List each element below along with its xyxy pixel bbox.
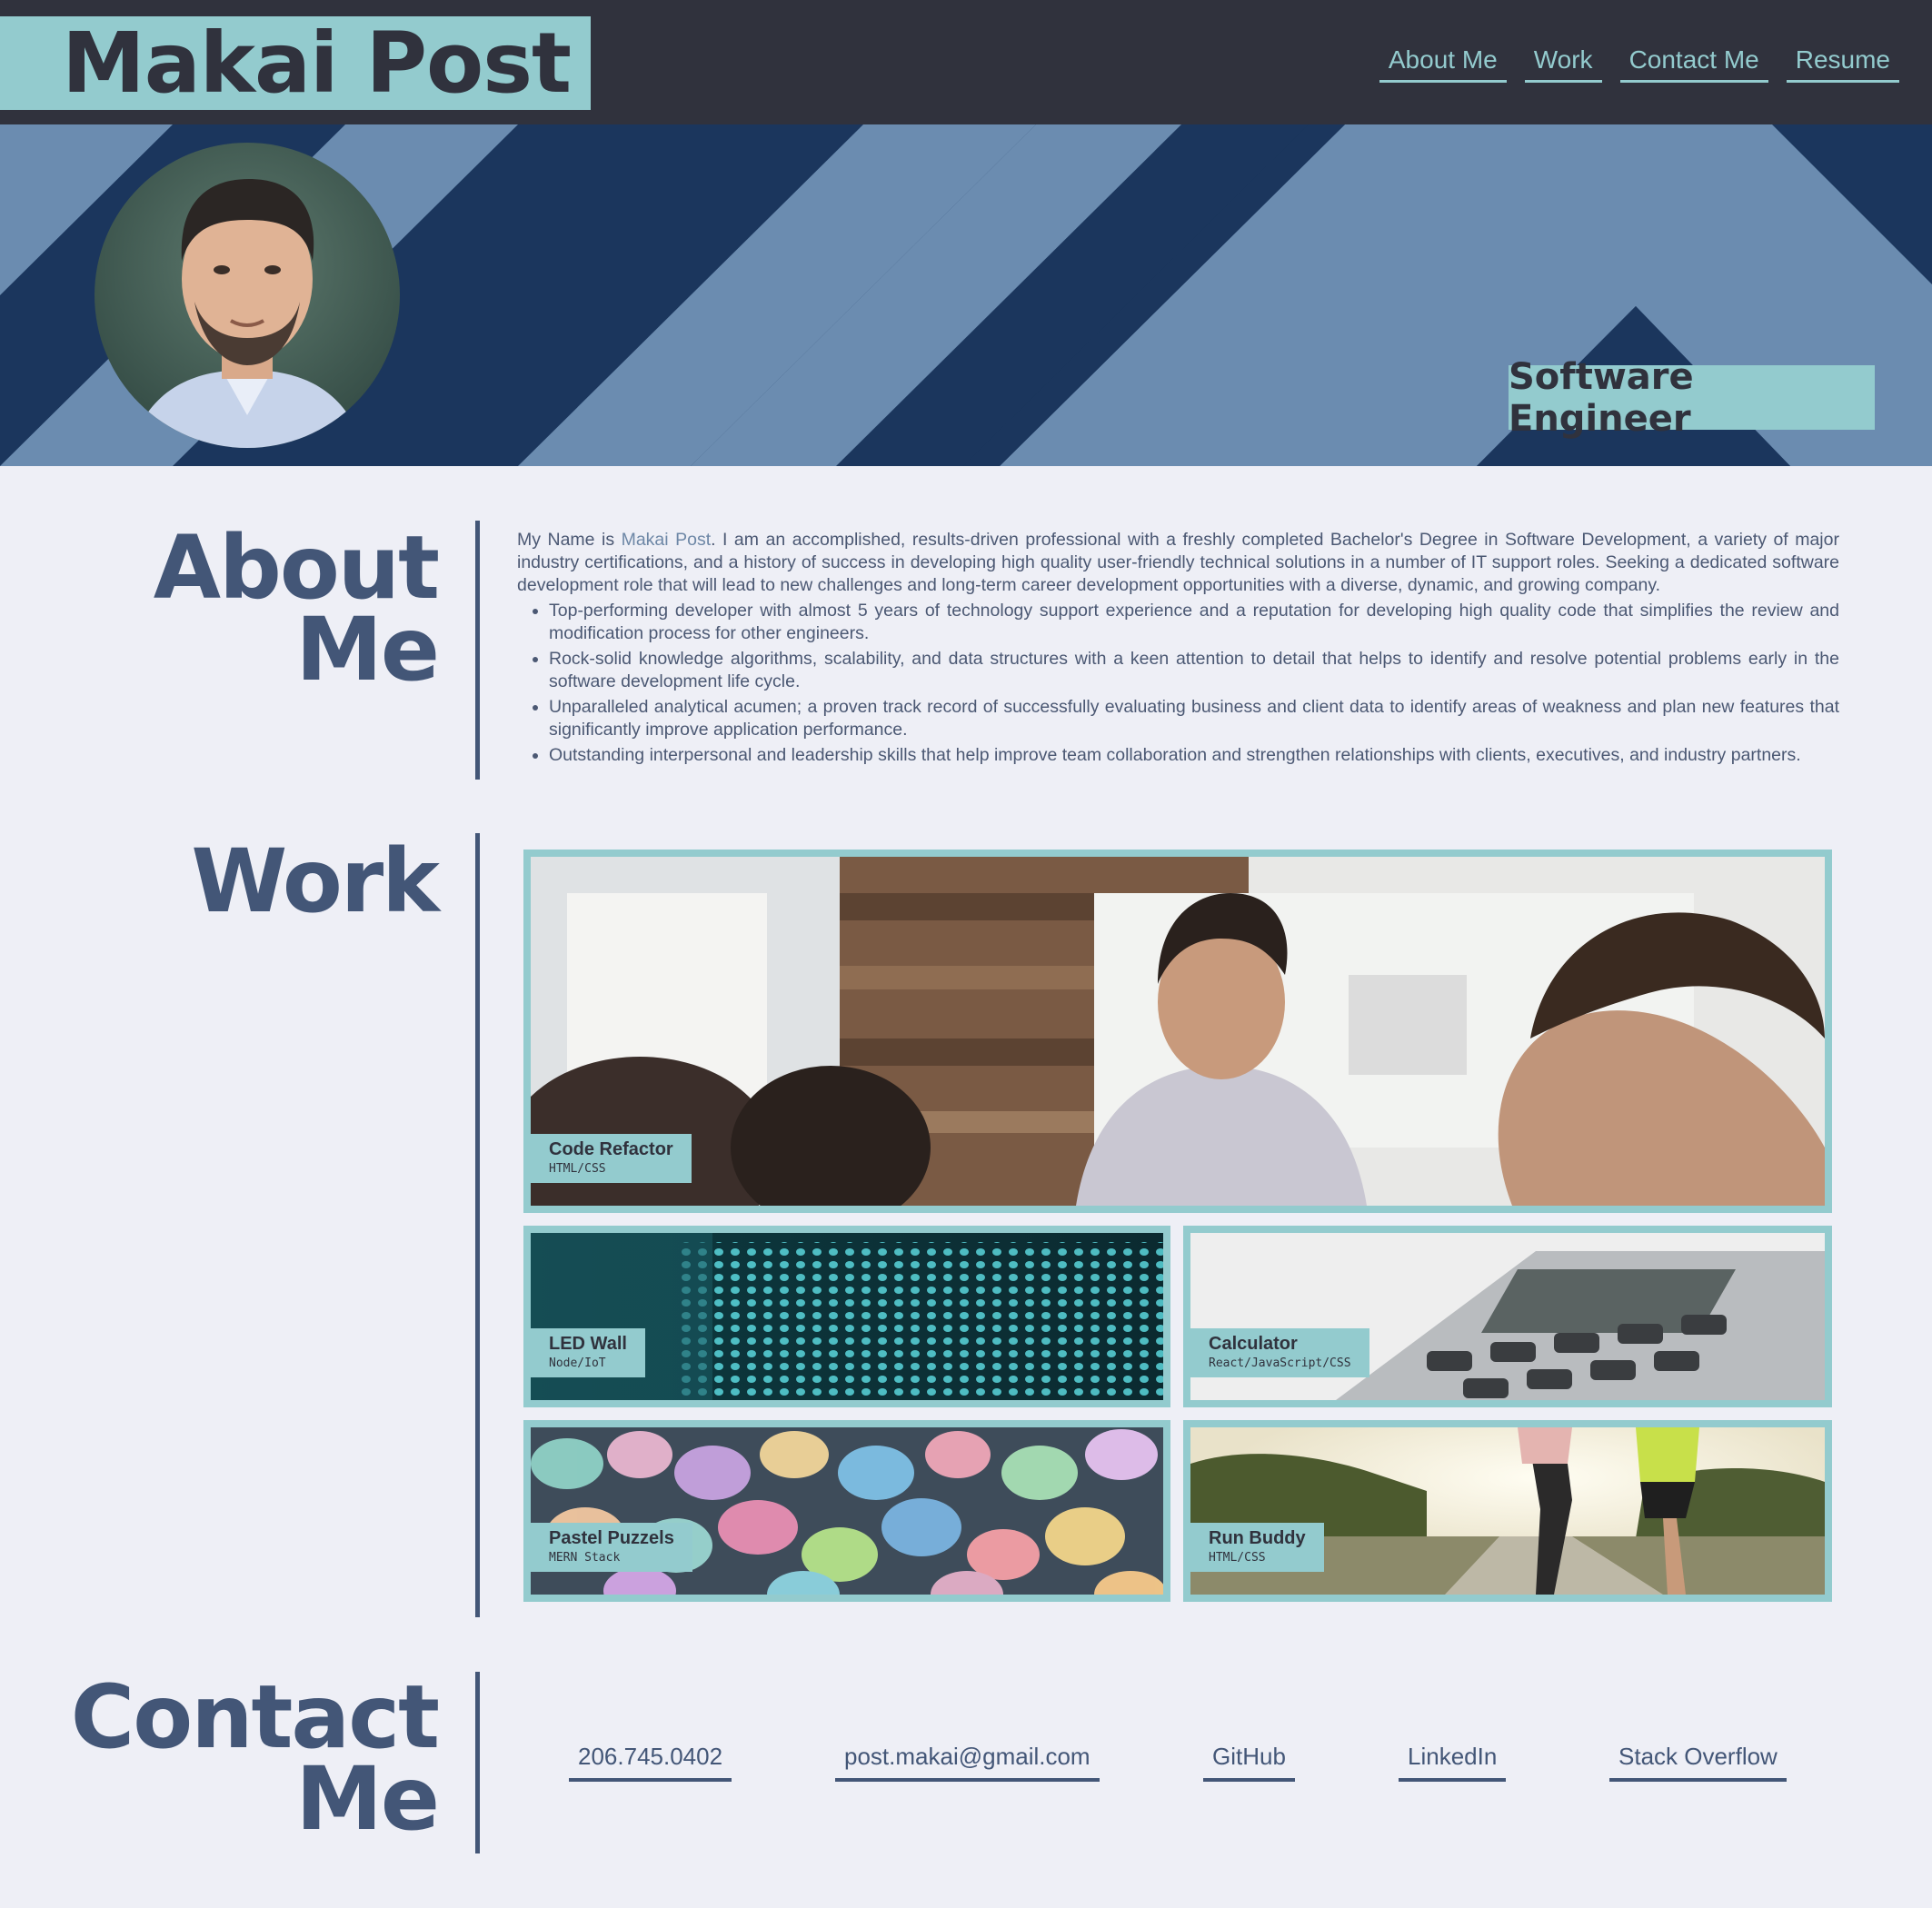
profile-photo — [95, 143, 400, 448]
about-divider — [475, 521, 480, 780]
project-card-code-refactor[interactable]: Code Refactor HTML/CSS — [523, 850, 1832, 1213]
nav-about-me[interactable]: About Me — [1379, 40, 1507, 83]
contact-heading-line2: Me — [295, 1748, 440, 1850]
project-tech: Node/IoT — [549, 1356, 606, 1370]
contact-email-link[interactable]: post.makai@gmail.com — [835, 1743, 1100, 1782]
contact-phone-link[interactable]: 206.745.0402 — [569, 1743, 732, 1782]
about-heading-line2: Me — [295, 599, 440, 701]
nav-resume[interactable]: Resume — [1786, 40, 1899, 83]
nav-contact-me[interactable]: Contact Me — [1619, 40, 1768, 83]
project-name: Pastel Puzzels — [549, 1528, 674, 1548]
project-card-pastel-puzzels[interactable]: Pastel Puzzels MERN Stack — [523, 1420, 1170, 1602]
intro-body: . I am an accomplished, results-driven p… — [517, 530, 1839, 595]
project-name: Calculator — [1209, 1334, 1298, 1354]
project-name: LED Wall — [549, 1334, 627, 1354]
work-heading: Work — [91, 830, 440, 932]
contact-linkedin-link[interactable]: LinkedIn — [1399, 1743, 1507, 1782]
about-bullets: Top-performing developer with almost 5 y… — [517, 600, 1839, 767]
brand-name: Makai Post — [62, 15, 572, 112]
project-tech: MERN Stack — [549, 1551, 621, 1565]
project-label: Pastel Puzzels MERN Stack — [531, 1523, 692, 1572]
nav-work[interactable]: Work — [1524, 40, 1602, 83]
project-tech: HTML/CSS — [1209, 1551, 1266, 1565]
about-heading-line1: About — [153, 517, 440, 619]
about-intro: My Name is Makai Post. I am an accomplis… — [517, 529, 1839, 597]
project-name: Run Buddy — [1209, 1528, 1306, 1548]
project-card-led-wall[interactable]: LED Wall Node/IoT — [523, 1226, 1170, 1407]
list-item: Top-performing developer with almost 5 y… — [549, 600, 1839, 645]
intro-name-highlight: Makai Post — [621, 530, 712, 550]
contact-github-link[interactable]: GitHub — [1203, 1743, 1295, 1782]
project-card-run-buddy[interactable]: Run Buddy HTML/CSS — [1183, 1420, 1832, 1602]
about-heading: About Me — [91, 517, 440, 701]
brand-logo[interactable]: Makai Post — [0, 15, 591, 112]
project-tech: HTML/CSS — [549, 1162, 606, 1176]
contact-divider — [475, 1672, 480, 1853]
list-item: Outstanding interpersonal and leadership… — [549, 744, 1839, 767]
about-content: My Name is Makai Post. I am an accomplis… — [517, 529, 1839, 770]
contact-heading-line1: Contact — [70, 1666, 440, 1768]
work-heading-text: Work — [191, 830, 440, 932]
job-title-badge: Software Engineer — [1509, 356, 1875, 440]
list-item: Rock-solid knowledge algorithms, scalabi… — [549, 648, 1839, 693]
contact-stackoverflow-link[interactable]: Stack Overflow — [1609, 1743, 1787, 1782]
job-title: Software Engineer — [1509, 355, 1694, 440]
project-name: Code Refactor — [549, 1139, 673, 1159]
work-divider — [475, 833, 480, 1617]
list-item: Unparalleled analytical acumen; a proven… — [549, 696, 1839, 741]
code-refactor-image — [531, 857, 1825, 1206]
site-header: Makai Post About Me Work Contact Me Resu… — [0, 0, 1932, 124]
project-label: Code Refactor HTML/CSS — [531, 1134, 692, 1183]
main-nav: About Me Work Contact Me Resume — [1379, 40, 1899, 83]
project-label: Run Buddy HTML/CSS — [1190, 1523, 1324, 1572]
project-tech: React/JavaScript/CSS — [1209, 1356, 1351, 1370]
contact-heading: Contact Me — [36, 1666, 440, 1850]
project-label: LED Wall Node/IoT — [531, 1328, 645, 1377]
project-card-calculator[interactable]: Calculator React/JavaScript/CSS — [1183, 1226, 1832, 1407]
project-label: Calculator React/JavaScript/CSS — [1190, 1328, 1369, 1377]
intro-prefix: My Name is — [517, 530, 622, 550]
